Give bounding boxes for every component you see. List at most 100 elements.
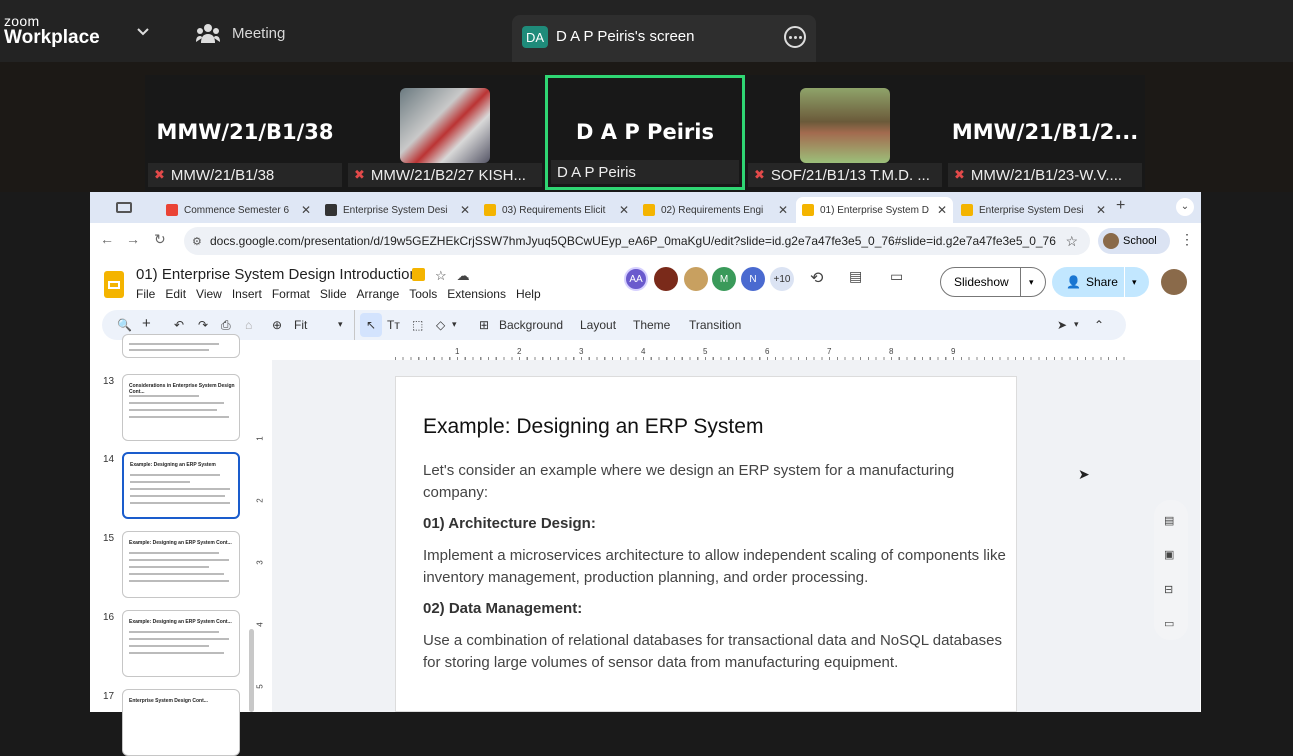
collaborator-avatar[interactable]: AA bbox=[624, 267, 648, 291]
chevron-down-icon[interactable]: ▾ bbox=[338, 319, 343, 330]
browser-tab[interactable]: 03) Requirements Elicit ✕ bbox=[478, 197, 635, 223]
slide-thumbnail[interactable]: Example: Designing an ERP System Cont... bbox=[122, 610, 240, 677]
chevron-down-icon[interactable]: ▾ bbox=[1132, 277, 1137, 288]
slide-heading-architecture[interactable]: 01) Architecture Design: bbox=[423, 515, 596, 532]
version-history-icon[interactable]: ⟲ bbox=[810, 268, 823, 288]
layout-button[interactable]: Layout bbox=[580, 318, 616, 332]
participant-tile[interactable]: MMW/21/B1/38 ✖ MMW/21/B1/38 bbox=[145, 75, 345, 190]
chevron-down-icon[interactable]: ▾ bbox=[1029, 277, 1034, 288]
menu-tools[interactable]: Tools bbox=[409, 287, 437, 301]
screen-share-tab[interactable]: DA D A P Peiris's screen bbox=[512, 15, 816, 62]
image-insert-icon[interactable]: ⊟ bbox=[1164, 583, 1173, 596]
star-icon[interactable]: ☆ bbox=[435, 268, 447, 284]
browser-tab[interactable]: 02) Requirements Engi ✕ bbox=[637, 197, 794, 223]
zoom-select[interactable]: Fit bbox=[294, 318, 307, 332]
participant-tile[interactable]: ✖ MMW/21/B2/27 KISH... bbox=[345, 75, 545, 190]
close-icon[interactable]: ✕ bbox=[301, 203, 311, 217]
slide-thumbnail-selected[interactable]: Example: Designing an ERP System bbox=[122, 452, 240, 519]
move-folder-icon[interactable] bbox=[412, 268, 425, 281]
pointer-mode-icon[interactable]: ➤ bbox=[1057, 318, 1067, 332]
menu-help[interactable]: Help bbox=[516, 287, 541, 301]
slide-intro-text[interactable]: Let's consider an example where we desig… bbox=[423, 460, 1013, 504]
participant-tile[interactable]: MMW/21/B1/2... ✖ MMW/21/B1/23-W.V.... bbox=[945, 75, 1145, 190]
slide-thumbnail[interactable] bbox=[122, 334, 240, 358]
shape-icon[interactable]: ◇ bbox=[436, 318, 445, 332]
paint-format-icon[interactable]: ⌂ bbox=[245, 318, 252, 332]
slide-title[interactable]: Example: Designing an ERP System bbox=[423, 415, 763, 439]
back-icon[interactable]: ← bbox=[100, 231, 114, 247]
folder-icon[interactable]: ▭ bbox=[1164, 617, 1174, 630]
slide-thumbnail[interactable]: Considerations in Enterprise System Desi… bbox=[122, 374, 240, 441]
more-collaborators-badge[interactable]: +10 bbox=[770, 267, 794, 291]
participant-tile[interactable]: ✖ SOF/21/B1/13 T.M.D. ... bbox=[745, 75, 945, 190]
redo-icon[interactable]: ↷ bbox=[198, 318, 208, 332]
meeting-button[interactable]: Meeting bbox=[196, 22, 285, 44]
chevron-down-icon[interactable]: ▾ bbox=[1074, 319, 1079, 330]
slide-thumbnail[interactable]: Example: Designing an ERP System Cont... bbox=[122, 531, 240, 598]
browser-tab[interactable]: Enterprise System Desi ✕ bbox=[955, 197, 1112, 223]
close-icon[interactable]: ✕ bbox=[619, 203, 629, 217]
menu-slide[interactable]: Slide bbox=[320, 287, 347, 301]
menu-insert[interactable]: Insert bbox=[232, 287, 262, 301]
bookmark-star-icon[interactable]: ☆ bbox=[1065, 233, 1078, 250]
browser-menu-icon[interactable]: ⋮ bbox=[1180, 231, 1194, 248]
chevron-down-icon[interactable]: ▾ bbox=[452, 319, 457, 330]
menu-extensions[interactable]: Extensions bbox=[447, 287, 506, 301]
collaborator-avatar[interactable]: M bbox=[712, 267, 736, 291]
close-icon[interactable]: ✕ bbox=[937, 203, 947, 217]
transition-button[interactable]: Transition bbox=[689, 318, 741, 332]
menu-view[interactable]: View bbox=[196, 287, 222, 301]
tab-list-icon[interactable]: ⌄ bbox=[1176, 198, 1194, 216]
image-icon[interactable]: ⬚ bbox=[412, 318, 423, 332]
collaborator-avatar[interactable] bbox=[654, 267, 678, 291]
share-button[interactable]: 👤 Share ▾ bbox=[1052, 267, 1149, 297]
participant-tile-active[interactable]: D A P Peiris D A P Peiris bbox=[545, 75, 745, 190]
collaborator-avatar[interactable]: N bbox=[741, 267, 765, 291]
slide-thumbnail[interactable]: Enterprise System Design Cont... bbox=[122, 689, 240, 756]
undo-icon[interactable]: ↶ bbox=[174, 318, 184, 332]
filmstrip-scrollbar[interactable] bbox=[249, 629, 254, 712]
slide-heading-data[interactable]: 02) Data Management: bbox=[423, 600, 582, 617]
tab-search-icon[interactable] bbox=[116, 202, 132, 213]
new-slide-icon[interactable]: + bbox=[142, 315, 151, 332]
slideshow-button[interactable]: Slideshow ▾ bbox=[940, 267, 1046, 297]
browser-tab[interactable]: Commence Semester 6 ✕ bbox=[160, 197, 317, 223]
new-tab-icon[interactable]: + bbox=[1116, 197, 1125, 215]
theme-button[interactable]: Theme bbox=[633, 318, 670, 332]
speaker-notes-icon[interactable]: ▤ bbox=[1164, 514, 1174, 527]
meet-icon[interactable]: ▭ bbox=[890, 268, 903, 285]
document-title[interactable]: 01) Enterprise System Design Introductio… bbox=[136, 266, 418, 283]
menu-format[interactable]: Format bbox=[272, 287, 310, 301]
close-icon[interactable]: ✕ bbox=[1096, 203, 1106, 217]
slide-body-architecture[interactable]: Implement a microservices architecture t… bbox=[423, 545, 1013, 589]
text-box-icon[interactable]: Tт bbox=[387, 318, 400, 332]
browser-tab-active[interactable]: 01) Enterprise System D ✕ bbox=[796, 197, 953, 223]
search-icon[interactable]: 🔍 bbox=[117, 318, 132, 332]
slides-logo-icon[interactable] bbox=[104, 271, 124, 298]
menu-file[interactable]: File bbox=[136, 287, 155, 301]
slide-canvas[interactable]: Example: Designing an ERP System Let's c… bbox=[395, 376, 1017, 712]
chevron-down-icon[interactable] bbox=[136, 26, 150, 38]
select-cursor-icon[interactable]: ↖ bbox=[360, 313, 382, 337]
collapse-toolbar-icon[interactable]: ⌃ bbox=[1094, 318, 1104, 332]
close-icon[interactable]: ✕ bbox=[778, 203, 788, 217]
close-icon[interactable]: ✕ bbox=[460, 203, 470, 217]
background-button[interactable]: Background bbox=[499, 318, 563, 332]
slides-library-icon[interactable]: ▣ bbox=[1164, 548, 1174, 561]
comments-icon[interactable]: ▤ bbox=[849, 268, 862, 285]
browser-tab[interactable]: Enterprise System Desi ✕ bbox=[319, 197, 476, 223]
zoom-icon[interactable]: ⊕ bbox=[272, 318, 282, 332]
forward-icon[interactable]: → bbox=[126, 231, 140, 247]
menu-edit[interactable]: Edit bbox=[165, 287, 186, 301]
url-input[interactable]: ⚙ docs.google.com/presentation/d/19w5GEZ… bbox=[184, 227, 1090, 255]
slide-body-data[interactable]: Use a combination of relational database… bbox=[423, 630, 1013, 674]
more-options-icon[interactable] bbox=[784, 26, 806, 48]
reload-icon[interactable]: ↻ bbox=[154, 231, 166, 248]
cloud-status-icon[interactable]: ☁ bbox=[457, 268, 470, 284]
menu-arrange[interactable]: Arrange bbox=[357, 287, 400, 301]
collaborator-avatar[interactable] bbox=[684, 267, 708, 291]
comment-add-icon[interactable]: ⊞ bbox=[479, 318, 489, 332]
account-avatar[interactable] bbox=[1161, 269, 1187, 295]
profile-button[interactable]: School bbox=[1098, 228, 1170, 254]
print-icon[interactable]: ⎙ bbox=[221, 318, 231, 333]
